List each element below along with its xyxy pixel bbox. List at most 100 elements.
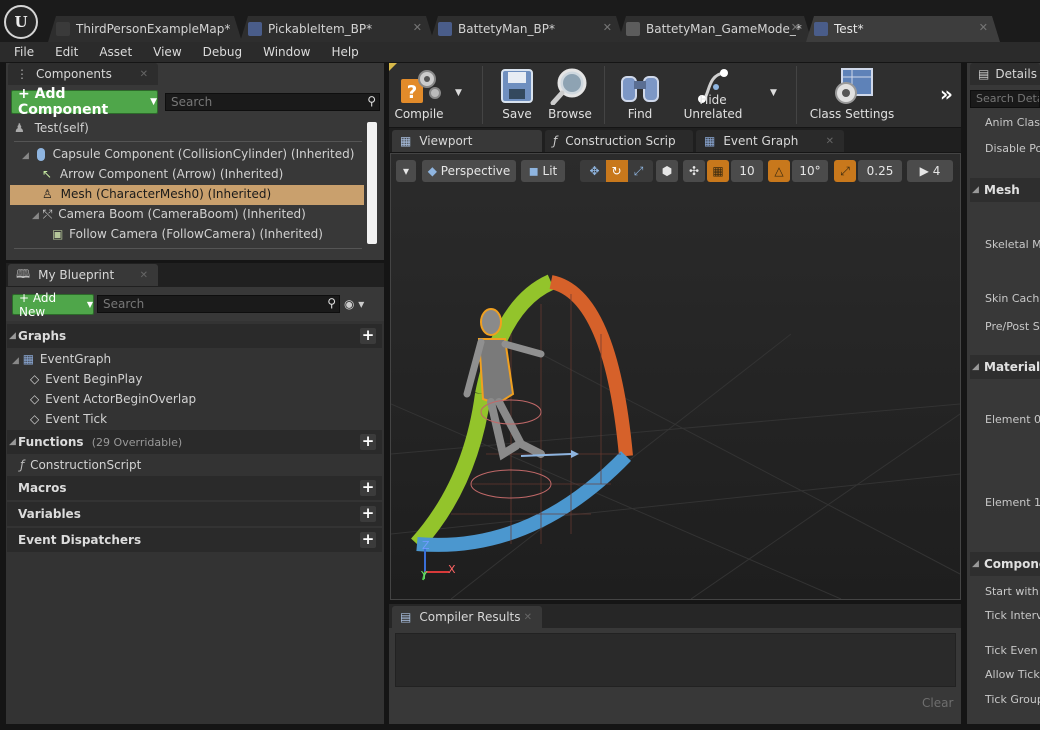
doc-tab-map[interactable]: ThirdPersonExampleMap* bbox=[48, 16, 242, 42]
doc-tab-gamemode[interactable]: BattetyMan_GameMode_* ✕ bbox=[618, 16, 812, 42]
lit-label: Lit bbox=[542, 164, 558, 178]
menu-edit[interactable]: Edit bbox=[41, 45, 85, 59]
scale-snap-value[interactable]: 0.25 bbox=[858, 160, 902, 182]
details-search-input[interactable]: Search Deta bbox=[970, 90, 1040, 108]
save-button[interactable]: Save bbox=[495, 64, 539, 124]
category-label: Mesh bbox=[984, 183, 1020, 197]
details-category-components[interactable]: ◢ Componen bbox=[970, 552, 1040, 576]
unreal-logo-icon[interactable]: U bbox=[4, 5, 38, 39]
gamemode-icon bbox=[626, 22, 640, 36]
component-camera-boom[interactable]: ◢ ⤲ Camera Boom (CameraBoom) (Inherited) bbox=[32, 204, 306, 224]
event-graph-item[interactable]: ◢ ▦ EventGraph bbox=[12, 349, 111, 369]
components-scrollbar[interactable] bbox=[367, 122, 377, 244]
add-new-button[interactable]: + Add New ▼ bbox=[12, 291, 94, 319]
close-icon[interactable]: ✕ bbox=[791, 21, 800, 34]
browse-button[interactable]: Browse bbox=[544, 64, 596, 124]
component-mesh[interactable]: ♙ Mesh (CharacterMesh0) (Inherited) bbox=[42, 184, 271, 204]
menu-view[interactable]: View bbox=[139, 45, 188, 59]
close-icon[interactable]: ✕ bbox=[524, 612, 532, 623]
compile-button[interactable]: ? Compile bbox=[393, 64, 445, 124]
perspective-button[interactable]: ◆ Perspective bbox=[422, 160, 516, 182]
component-capsule[interactable]: ◢ Capsule Component (CollisionCylinder) … bbox=[22, 144, 354, 164]
close-icon[interactable]: ✕ bbox=[979, 21, 988, 34]
grid-snap-icon[interactable]: ▦ bbox=[707, 160, 729, 182]
clear-button[interactable]: Clear bbox=[922, 696, 953, 710]
menu-file[interactable]: File bbox=[0, 45, 41, 59]
toolbar-overflow-icon[interactable]: » bbox=[940, 82, 953, 106]
category-label: Event Dispatchers bbox=[18, 533, 142, 547]
my-blueprint-search-input[interactable]: Search ⚲ bbox=[97, 295, 340, 313]
tab-details[interactable]: ▤ Details bbox=[970, 63, 1040, 85]
close-icon[interactable]: ✕ bbox=[140, 270, 148, 281]
close-icon[interactable]: ✕ bbox=[603, 21, 612, 34]
close-icon[interactable]: ✕ bbox=[140, 69, 148, 80]
compile-options-chevron-icon[interactable]: ▼ bbox=[455, 88, 462, 98]
view-options-icon[interactable]: ◉ ▾ bbox=[344, 297, 364, 311]
add-variable-button[interactable]: + bbox=[360, 506, 376, 522]
map-icon bbox=[56, 22, 70, 36]
function-item[interactable]: ƒ ConstructionScript bbox=[20, 455, 141, 475]
hide-unrelated-chevron-icon[interactable]: ▼ bbox=[770, 88, 777, 98]
component-follow-camera[interactable]: ▣ Follow Camera (FollowCamera) (Inherite… bbox=[52, 224, 323, 244]
hide-unrelated-button[interactable]: Hide Unrelated bbox=[672, 64, 754, 124]
compiler-output-area[interactable] bbox=[395, 633, 956, 687]
event-item[interactable]: ◇ Event Tick bbox=[30, 409, 107, 429]
detail-row-label: Element 1 bbox=[985, 496, 1040, 509]
menu-window[interactable]: Window bbox=[249, 45, 317, 59]
axis-x-label: X bbox=[448, 563, 456, 576]
details-category-materials[interactable]: ◢ Materials bbox=[970, 355, 1040, 379]
add-macro-button[interactable]: + bbox=[360, 480, 376, 496]
components-search-input[interactable]: Search ⚲ bbox=[165, 93, 380, 111]
add-component-button[interactable]: + Add Component ▼ bbox=[11, 86, 158, 118]
rotation-snap-icon[interactable]: △ bbox=[768, 160, 790, 182]
component-arrow[interactable]: ↖ Arrow Component (Arrow) (Inherited) bbox=[42, 164, 283, 184]
world-local-icon[interactable]: ⬢ bbox=[656, 160, 678, 182]
category-macros[interactable]: Macros + bbox=[7, 476, 382, 500]
details-category-mesh[interactable]: ◢ Mesh bbox=[970, 178, 1040, 202]
detail-row-label: Allow Tick bbox=[985, 668, 1040, 681]
category-functions[interactable]: ◢ Functions (29 Overridable) + bbox=[7, 430, 382, 454]
rotation-snap-value[interactable]: 10° bbox=[792, 160, 828, 182]
doc-tab-battetyman[interactable]: BattetyMan_BP* ✕ bbox=[430, 16, 624, 42]
divider bbox=[482, 66, 483, 124]
camera-speed-button[interactable]: ▶ 4 bbox=[907, 160, 953, 182]
search-placeholder: Search bbox=[103, 297, 145, 311]
tab-compiler-results[interactable]: ▤ Compiler Results ✕ bbox=[392, 606, 542, 628]
tab-components[interactable]: ⋮ Components ✕ bbox=[8, 63, 158, 85]
category-graphs[interactable]: ◢ Graphs + bbox=[7, 324, 382, 348]
scale-snap-icon[interactable]: ⤢ bbox=[834, 160, 856, 182]
surface-snap-icon[interactable]: ✣ bbox=[683, 160, 705, 182]
compile-icon: ? bbox=[401, 70, 441, 103]
event-item[interactable]: ◇ Event ActorBeginOverlap bbox=[30, 389, 196, 409]
doc-tab-test[interactable]: Test* ✕ bbox=[806, 16, 1000, 42]
component-self[interactable]: ♟ Test(self) bbox=[14, 118, 89, 138]
menu-debug[interactable]: Debug bbox=[189, 45, 249, 59]
add-function-button[interactable]: + bbox=[360, 434, 376, 450]
lit-button[interactable]: ◼ Lit bbox=[521, 160, 565, 182]
translate-icon[interactable]: ✥ bbox=[584, 160, 606, 182]
event-graph-icon: ▦ bbox=[22, 352, 35, 366]
category-variables[interactable]: Variables + bbox=[7, 502, 382, 526]
rotate-icon[interactable]: ↻ bbox=[605, 160, 628, 182]
close-icon[interactable]: ✕ bbox=[826, 136, 834, 147]
viewport-options-chevron-icon[interactable]: ▾ bbox=[396, 160, 416, 182]
category-event-dispatchers[interactable]: Event Dispatchers + bbox=[7, 528, 382, 552]
function-label: ConstructionScript bbox=[30, 458, 142, 472]
close-icon[interactable]: ✕ bbox=[413, 21, 422, 34]
add-dispatcher-button[interactable]: + bbox=[360, 532, 376, 548]
add-graph-button[interactable]: + bbox=[360, 328, 376, 344]
tab-construction-script[interactable]: ƒ Construction Scrip bbox=[545, 130, 693, 152]
menu-help[interactable]: Help bbox=[317, 45, 365, 59]
tab-event-graph[interactable]: ▦ Event Graph ✕ bbox=[696, 130, 844, 152]
event-item[interactable]: ◇ Event BeginPlay bbox=[30, 369, 142, 389]
grid-snap-value[interactable]: 10 bbox=[731, 160, 763, 182]
find-button[interactable]: Find bbox=[614, 64, 666, 124]
tab-viewport[interactable]: ▦ Viewport bbox=[392, 130, 542, 152]
class-settings-button[interactable]: Class Settings bbox=[806, 64, 898, 124]
doc-tab-pickable[interactable]: PickableItem_BP* ✕ bbox=[240, 16, 434, 42]
tab-my-blueprint[interactable]: 🕮 My Blueprint ✕ bbox=[8, 264, 158, 286]
viewport[interactable]: Z X Y bbox=[390, 153, 961, 600]
browse-label: Browse bbox=[548, 107, 592, 121]
menu-asset[interactable]: Asset bbox=[85, 45, 139, 59]
scale-icon[interactable]: ⤢ bbox=[628, 160, 650, 182]
